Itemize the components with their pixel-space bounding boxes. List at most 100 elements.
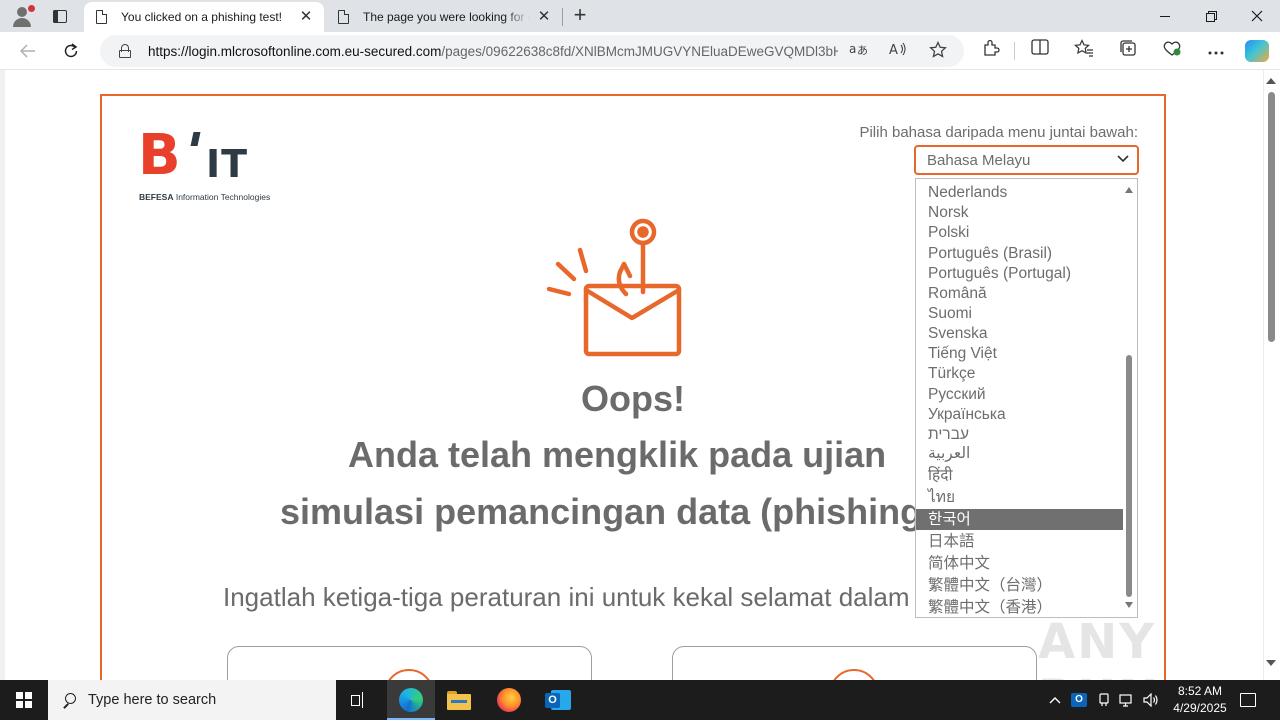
page-scrollbar[interactable]	[1263, 70, 1280, 680]
language-dropdown-list[interactable]: Nederlands Norsk Polski Português (Brasil) P…	[915, 178, 1138, 618]
headline-line-2: simulasi pemancingan data (phishing)	[280, 491, 915, 532]
lock-icon[interactable]	[119, 44, 131, 58]
language-option[interactable]: Português (Portugal)	[916, 263, 1123, 284]
language-option[interactable]: עברית	[916, 424, 1123, 445]
address-bar[interactable]: https://login.mlcrosoftonline.com.eu-sec…	[100, 35, 964, 67]
chevron-down-icon	[1117, 154, 1129, 166]
language-option[interactable]: Tiếng Việt	[916, 343, 1123, 364]
list-scroll-up-arrow[interactable]	[1125, 187, 1133, 193]
network-icon[interactable]	[1116, 680, 1138, 720]
notification-icon	[1240, 693, 1256, 707]
tab-actions-icon[interactable]	[48, 6, 70, 26]
extensions-icon[interactable]	[977, 39, 1005, 63]
language-option[interactable]: 繁體中文（台灣）	[916, 575, 1123, 596]
start-button[interactable]	[0, 680, 48, 720]
language-option[interactable]: Português (Brasil)	[916, 243, 1123, 264]
read-aloud-icon[interactable]: A	[888, 41, 908, 61]
language-option[interactable]: Polski	[916, 222, 1123, 243]
svg-text:a: a	[849, 42, 856, 56]
outlook-icon: O	[545, 688, 571, 712]
new-tab-button[interactable]: +	[569, 4, 591, 27]
language-select-value: Bahasa Melayu	[927, 151, 1031, 169]
outlook-button[interactable]: O	[534, 680, 582, 720]
restore-button[interactable]	[1188, 0, 1234, 32]
scroll-down-arrow[interactable]	[1266, 660, 1276, 666]
search-placeholder: Type here to search	[88, 692, 217, 708]
tab-title: You clicked on a phishing test!	[121, 10, 282, 24]
edge-taskbar-button[interactable]	[387, 680, 435, 720]
collections-icon[interactable]	[1114, 39, 1142, 63]
tab-title: The page you were looking for doesn't ex…	[363, 10, 530, 24]
tab-separator	[562, 8, 563, 26]
language-option[interactable]: Українська	[916, 404, 1123, 425]
scroll-up-arrow[interactable]	[1266, 78, 1276, 84]
favorite-star-icon[interactable]	[928, 40, 948, 61]
svg-text:A: A	[889, 43, 898, 57]
url-text[interactable]: https://login.mlcrosoftonline.com.eu-sec…	[148, 44, 838, 59]
language-option[interactable]: Svenska	[916, 323, 1123, 344]
page-icon	[96, 9, 108, 24]
copilot-icon[interactable]	[1245, 40, 1269, 62]
outlook-tray-icon[interactable]: O	[1068, 680, 1090, 720]
viewport-edge	[0, 70, 5, 680]
file-explorer-icon	[447, 690, 471, 710]
browser-essentials-icon[interactable]	[1158, 39, 1186, 63]
language-option[interactable]: Română	[916, 283, 1123, 304]
language-option[interactable]: Suomi	[916, 303, 1123, 324]
clock-time: 8:52 AM	[1177, 684, 1223, 698]
language-option[interactable]: Nederlands	[916, 182, 1123, 203]
language-option[interactable]: Русский	[916, 384, 1123, 405]
page-icon	[338, 9, 350, 24]
taskbar-search[interactable]: Type here to search	[48, 680, 336, 720]
refresh-button[interactable]	[58, 39, 84, 63]
show-hidden-icons-button[interactable]	[1046, 680, 1064, 720]
tab-page-not-found[interactable]: The page you were looking for doesn't ex…	[326, 2, 562, 32]
language-option[interactable]: Norsk	[916, 202, 1123, 223]
windows-logo-icon	[16, 692, 32, 708]
language-option[interactable]: Türkçe	[916, 363, 1123, 384]
usb-tray-icon[interactable]	[1094, 680, 1114, 720]
language-option[interactable]: العربية	[916, 443, 1123, 464]
tab-strip: You clicked on a phishing test! ✕ The pa…	[0, 0, 1280, 32]
phishing-hook-icon	[546, 218, 682, 357]
befesa-logo: B IT BEFESA Information Technologies	[138, 123, 271, 203]
firefox-button[interactable]	[485, 680, 533, 720]
language-option[interactable]: 한국어	[916, 509, 1123, 530]
profile-icon[interactable]	[8, 4, 36, 28]
language-label: Pilih bahasa daripada menu juntai bawah:	[859, 124, 1138, 141]
language-option[interactable]: ไทย	[916, 487, 1123, 508]
firefox-icon	[497, 688, 521, 712]
notifications-button[interactable]	[1232, 680, 1264, 720]
headline-line-1: Anda telah mengklik pada ujian	[348, 434, 887, 475]
tab-phishing-test[interactable]: You clicked on a phishing test! ✕	[84, 2, 324, 32]
search-icon	[62, 693, 76, 709]
split-screen-icon[interactable]	[1026, 39, 1054, 63]
language-option[interactable]: 日本語	[916, 531, 1123, 552]
minimize-button[interactable]	[1142, 0, 1188, 32]
translate-icon[interactable]: aあ	[848, 41, 868, 61]
edge-icon	[399, 688, 423, 712]
scroll-thumb[interactable]	[1268, 92, 1275, 342]
file-explorer-button[interactable]	[435, 680, 483, 720]
close-tab-icon[interactable]: ✕	[298, 9, 314, 25]
close-window-button[interactable]	[1234, 0, 1280, 32]
reminder-text: Ingatlah ketiga-tiga peraturan ini untuk…	[223, 582, 915, 612]
task-view-icon	[351, 692, 369, 708]
language-option[interactable]: 简体中文	[916, 553, 1123, 574]
language-select[interactable]: Bahasa Melayu	[914, 145, 1139, 175]
list-scroll-thumb[interactable]	[1126, 355, 1132, 597]
anyrun-watermark: ANY RUN	[1038, 614, 1158, 726]
taskbar-clock[interactable]: 8:52 AM 4/29/2025	[1160, 683, 1240, 717]
svg-text:あ: あ	[857, 44, 867, 57]
close-tab-icon[interactable]: ✕	[536, 9, 552, 25]
favorites-icon[interactable]	[1070, 39, 1098, 63]
back-button[interactable]	[15, 39, 41, 63]
toolbar-separator	[1014, 42, 1015, 60]
clock-date: 4/29/2025	[1173, 701, 1227, 715]
language-option[interactable]: हिंदी	[916, 465, 1123, 486]
task-view-button[interactable]	[336, 680, 384, 720]
oops-heading: Oops!	[581, 378, 685, 419]
more-menu-icon[interactable]	[1202, 39, 1230, 63]
volume-icon[interactable]	[1140, 680, 1162, 720]
windows-taskbar: Type here to search O O 8:52 AM 4/29/202…	[0, 680, 1280, 720]
